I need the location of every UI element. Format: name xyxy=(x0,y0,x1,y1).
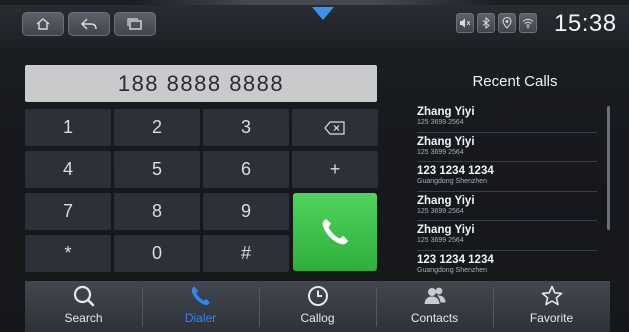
key-hash[interactable]: # xyxy=(203,235,289,272)
recent-call-name: 123 1234 1234 xyxy=(417,165,494,177)
recent-call-detail: 125 3699 2564 xyxy=(417,237,464,244)
recent-call-detail: 125 3699 2564 xyxy=(417,207,464,215)
backspace-button[interactable] xyxy=(292,109,378,146)
location-indicator xyxy=(498,13,516,33)
recent-calls-list: Zhang Yiyi 125 3699 2564 Zhang Yiyi 125 … xyxy=(417,103,597,280)
recent-call-name: Zhang Yiyi xyxy=(417,194,475,207)
tab-label: Search xyxy=(64,311,103,325)
star-icon xyxy=(541,285,562,306)
mute-icon xyxy=(460,18,471,28)
search-icon xyxy=(73,285,94,307)
key-star[interactable]: * xyxy=(25,235,111,272)
wifi-indicator xyxy=(519,13,537,33)
key-3[interactable]: 3 xyxy=(203,109,289,146)
tab-search[interactable]: Search xyxy=(25,281,142,332)
tab-label: Contacts xyxy=(410,311,459,325)
pull-down-handle[interactable] xyxy=(302,0,344,28)
tab-dialer[interactable]: Dialer xyxy=(142,281,259,332)
bottom-tab-bar: Search Dialer Callog Contacts Favorite xyxy=(25,281,610,332)
dialer-screen: 15:38 188 8888 8888 1 2 3 4 5 6 + 7 8 9 … xyxy=(0,0,629,332)
key-7[interactable]: 7 xyxy=(25,193,111,230)
back-button[interactable] xyxy=(68,12,110,36)
home-icon xyxy=(36,18,50,30)
mute-indicator xyxy=(456,13,474,33)
wifi-icon xyxy=(522,18,534,29)
recent-call-name: 123 1234 1234 xyxy=(417,253,494,266)
tab-contacts[interactable]: Contacts xyxy=(376,281,493,332)
recent-call-name: Zhang Yiyi xyxy=(417,135,475,148)
recent-apps-icon xyxy=(127,18,142,30)
recent-call-item[interactable]: Zhang Yiyi 125 3699 2564 xyxy=(417,133,597,162)
recent-call-item[interactable]: Zhang Yiyi 125 3699 2564 xyxy=(417,103,597,133)
tab-label: Favorite xyxy=(529,311,574,325)
recent-call-item[interactable]: 123 1234 1234 Guangdong Shenzhen xyxy=(417,162,597,192)
recent-call-detail: 125 3699 2564 xyxy=(417,119,464,126)
tab-favorite[interactable]: Favorite xyxy=(493,281,610,332)
backspace-icon xyxy=(324,120,345,135)
bluetooth-indicator xyxy=(477,13,495,33)
tab-label: Callog xyxy=(300,311,335,325)
recent-calls-title: Recent Calls xyxy=(472,73,558,90)
home-button[interactable] xyxy=(22,12,64,36)
recent-call-name: Zhang Yiyi xyxy=(417,224,475,236)
key-1[interactable]: 1 xyxy=(25,109,111,146)
recent-apps-button[interactable] xyxy=(114,12,156,36)
tab-callog[interactable]: Callog xyxy=(259,281,376,332)
recent-call-item[interactable]: Zhang Yiyi 125 3699 2564 xyxy=(417,221,597,251)
chevron-down-icon xyxy=(312,7,334,20)
call-button[interactable] xyxy=(293,193,377,271)
recent-call-item[interactable]: 123 1234 1234 Guangdong Shenzhen xyxy=(417,251,597,281)
recent-call-detail: Guangdong Shenzhen xyxy=(417,266,488,274)
key-4[interactable]: 4 xyxy=(25,151,111,188)
key-9[interactable]: 9 xyxy=(203,193,289,230)
recent-call-item[interactable]: Zhang Yiyi 125 3699 2564 xyxy=(417,192,597,221)
contacts-icon xyxy=(424,287,445,304)
key-5[interactable]: 5 xyxy=(114,151,200,188)
status-bar: 15:38 xyxy=(0,0,629,48)
key-0[interactable]: 0 xyxy=(114,235,200,272)
recent-call-name: Zhang Yiyi xyxy=(417,106,475,118)
phone-icon xyxy=(191,286,210,306)
recent-call-detail: Guangdong Shenzhen xyxy=(417,178,488,185)
back-icon xyxy=(81,18,97,30)
location-icon xyxy=(502,17,512,29)
phone-icon xyxy=(322,219,348,245)
key-6[interactable]: 6 xyxy=(203,151,289,188)
recent-call-detail: 125 3699 2564 xyxy=(417,148,464,156)
tab-label: Dialer xyxy=(184,311,217,325)
key-2[interactable]: 2 xyxy=(114,109,200,146)
clock-icon xyxy=(307,286,328,306)
bluetooth-icon xyxy=(482,17,490,29)
recent-calls-scrollbar[interactable] xyxy=(607,106,610,230)
key-8[interactable]: 8 xyxy=(114,193,200,230)
dialed-number-display: 188 8888 8888 xyxy=(25,65,377,102)
key-plus[interactable]: + xyxy=(292,151,378,188)
clock: 15:38 xyxy=(554,10,617,37)
